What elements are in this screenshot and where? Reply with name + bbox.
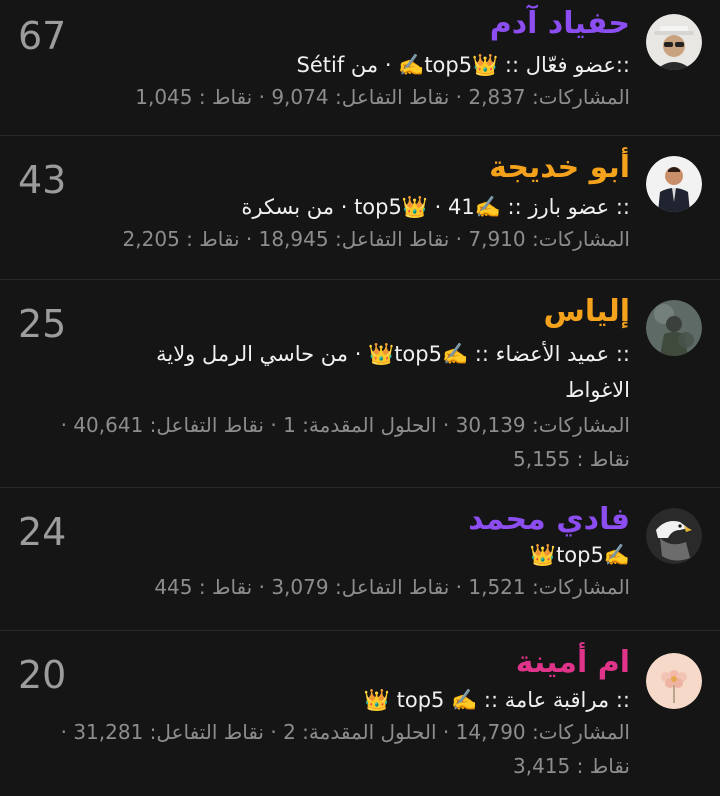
avatar-eagle-icon — [646, 508, 702, 564]
member-stats: المشاركات: 14,790 · الحلول المقدمة: 2 · … — [60, 720, 630, 778]
avatar-flower-icon — [646, 653, 702, 709]
member-title: :: عميد الأعضاء :: ✍️top5👑 · من حاسي الر… — [156, 342, 630, 402]
member-list: 67 حفياد آدم ::عضو فعّال :: 👑top5✍️ · من… — [0, 0, 720, 796]
member-name[interactable]: حفياد آدم — [18, 6, 630, 42]
member-stats: المشاركات: 1,521 · نقاط التفاعل: 3,079 ·… — [154, 575, 630, 599]
member-title: :: مراقبة عامة :: ✍️ top5 👑 — [363, 688, 630, 712]
member-title: ✍️top5👑 — [529, 543, 630, 567]
member-name[interactable]: أبو خديجة — [18, 150, 630, 186]
list-item[interactable]: 67 حفياد آدم ::عضو فعّال :: 👑top5✍️ · من… — [0, 0, 720, 136]
avatar[interactable] — [646, 300, 702, 356]
member-name[interactable]: فادي محمد — [18, 502, 630, 538]
avatar-soldier-icon — [646, 300, 702, 356]
avatar-suit-man-icon — [646, 156, 702, 212]
member-name[interactable]: ام أمينة — [18, 645, 630, 681]
avatar-hat-glasses-icon — [646, 14, 702, 70]
member-name[interactable]: إلياس — [18, 294, 630, 330]
list-item[interactable]: 43 أبو خديجة :: عضو بارز :: ✍️top5👑 · 41… — [0, 136, 720, 280]
member-title: :: عضو بارز :: ✍️top5👑 · 41 · من بسكرة — [241, 195, 630, 219]
member-title: ::عضو فعّال :: 👑top5✍️ · من Sétif — [296, 53, 630, 77]
avatar[interactable] — [646, 653, 702, 709]
member-stats: المشاركات: 30,139 · الحلول المقدمة: 1 · … — [60, 413, 630, 471]
avatar[interactable] — [646, 156, 702, 212]
member-stats: المشاركات: 7,910 · نقاط التفاعل: 18,945 … — [122, 227, 630, 251]
list-item[interactable]: 20 ام أمينة :: مراقبة عامة :: ✍️ top5 👑 … — [0, 631, 720, 796]
avatar[interactable] — [646, 14, 702, 70]
avatar[interactable] — [646, 508, 702, 564]
member-stats: المشاركات: 2,837 · نقاط التفاعل: 9,074 ·… — [135, 85, 630, 109]
list-item[interactable]: 24 فادي محمد ✍️top5👑 المشاركات: 1,521 · … — [0, 488, 720, 631]
list-item[interactable]: 25 إلياس :: عميد الأعضاء :: ✍️top5👑 · من… — [0, 280, 720, 488]
